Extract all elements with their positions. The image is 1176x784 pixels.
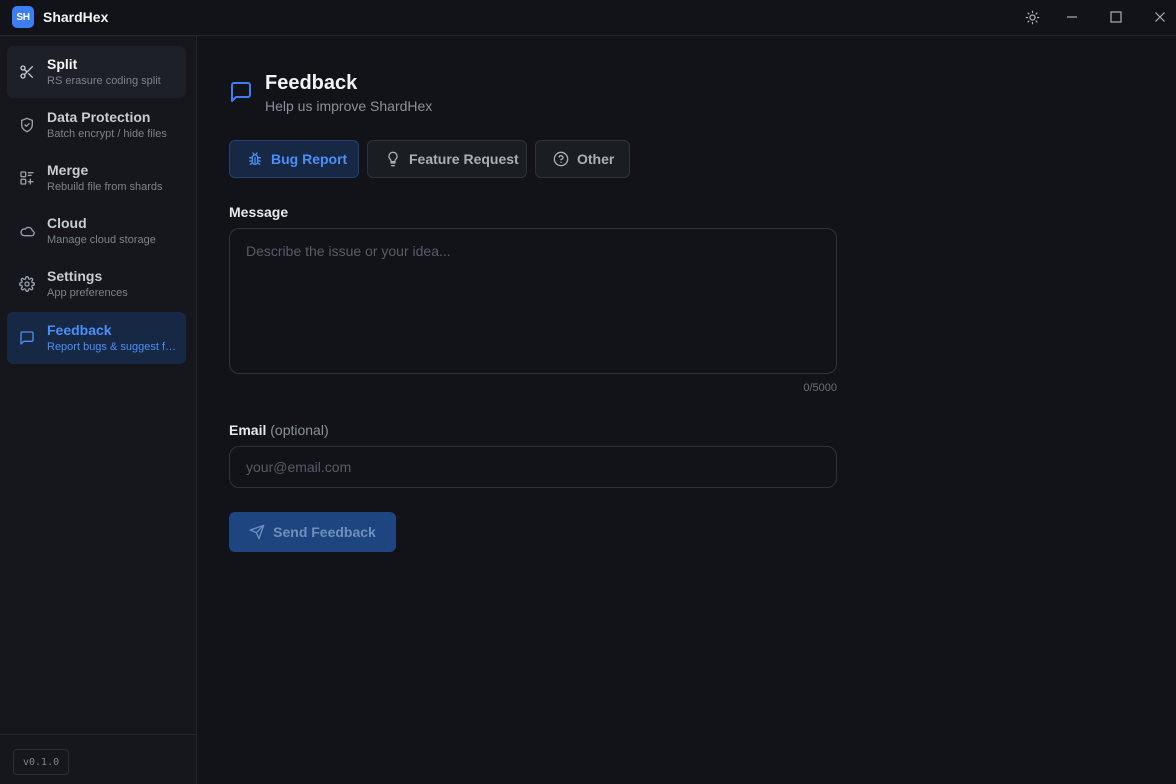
shield-icon [21,117,33,133]
message-icon [231,82,251,102]
sidebar-item-subtitle: App preferences [47,287,128,299]
minimize-icon [1067,16,1077,18]
minimize-button[interactable] [1058,4,1086,30]
sidebar-item-label: Split [47,56,78,72]
sidebar-item-merge[interactable]: Merge Rebuild file from shards [7,152,186,204]
maximize-button[interactable] [1102,4,1130,30]
sidebar-item-label: Merge [47,162,89,178]
send-feedback-label: Send Feedback [273,524,376,540]
email-label-text: Email [229,422,267,438]
message-placeholder: Describe the issue or your idea... [246,243,451,259]
version-badge: v0.1.0 [13,749,70,775]
sun-icon [1025,10,1039,24]
tab-bug-report[interactable]: Bug Report [229,140,359,178]
email-placeholder: your@email.com [246,459,352,475]
sidebar-item-label: Cloud [47,215,87,231]
tab-label: Bug Report [271,151,348,167]
sidebar-item-subtitle: RS erasure coding split [47,75,161,87]
close-icon [1155,12,1165,22]
sidebar-item-split[interactable]: Split RS erasure coding split [7,46,186,98]
page-title: Feedback [265,72,358,94]
title-bar: SH ShardHex [0,0,1176,36]
sidebar-item-label: Settings [47,268,103,284]
page-subtitle: Help us improve ShardHex [265,98,433,114]
email-field[interactable]: your@email.com [229,446,837,488]
maximize-icon [1110,11,1122,23]
sidebar-item-feedback[interactable]: Feedback Report bugs & suggest features [7,312,186,364]
sidebar-item-data-protection[interactable]: Data Protection Batch encrypt / hide fil… [7,99,186,151]
message-icon [20,331,34,345]
scissors-icon [20,65,33,79]
lightbulb-icon [388,151,398,167]
send-feedback-button[interactable]: Send Feedback [229,512,396,552]
message-label: Message [229,204,289,220]
app-logo: SH [12,6,34,28]
theme-toggle-button[interactable] [1018,4,1046,30]
sidebar-footer: v0.1.0 [0,734,196,784]
sidebar-item-label: Feedback [47,322,112,338]
close-window-button[interactable] [1146,4,1174,30]
tab-feature-request[interactable]: Feature Request [367,140,527,178]
gear-icon [19,276,35,292]
tab-label: Other [577,151,615,167]
email-label: Email (optional) [229,422,329,438]
bug-icon [249,152,261,165]
sidebar-item-subtitle: Report bugs & suggest features [47,341,177,353]
app-title: ShardHex [43,9,109,25]
tab-other[interactable]: Other [535,140,630,178]
email-optional-hint: (optional) [270,422,329,438]
question-icon [553,151,569,167]
merge-icon [20,171,34,185]
sidebar-item-subtitle: Rebuild file from shards [47,181,163,193]
send-icon [249,524,265,540]
character-counter: 0/5000 [803,382,837,394]
sidebar-item-subtitle: Batch encrypt / hide files [47,128,167,140]
sidebar-item-label: Data Protection [47,109,151,125]
tab-label: Feature Request [409,151,519,167]
message-textarea[interactable]: Describe the issue or your idea... [229,228,837,374]
cloud-icon [20,226,35,237]
sidebar: Split RS erasure coding split Data Prote… [0,36,197,784]
sidebar-item-settings[interactable]: Settings App preferences [7,258,186,310]
sidebar-item-cloud[interactable]: Cloud Manage cloud storage [7,205,186,257]
sidebar-item-subtitle: Manage cloud storage [47,234,156,246]
